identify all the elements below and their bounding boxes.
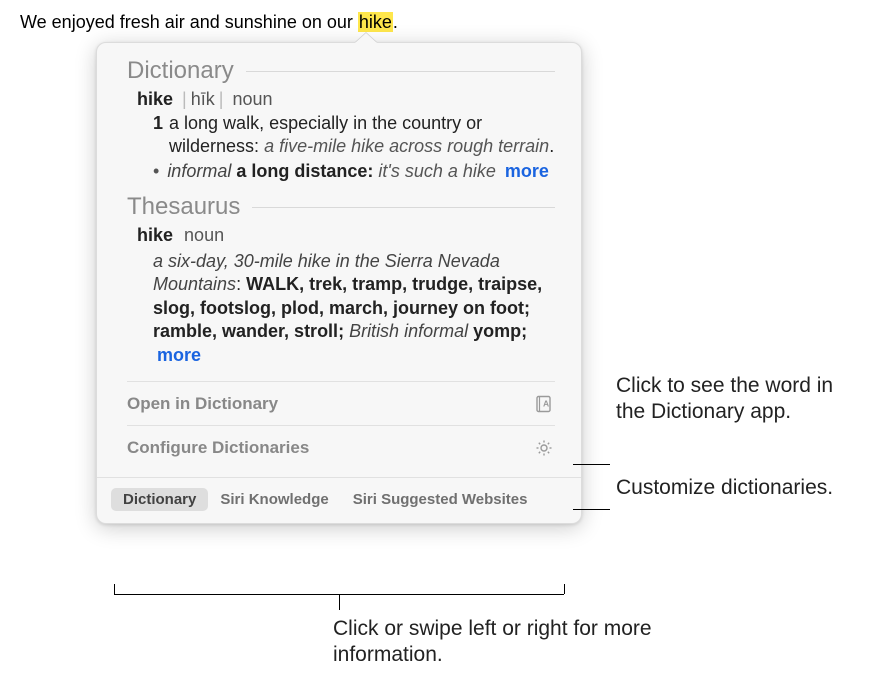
lookup-tab-bar: Dictionary Siri Knowledge Siri Suggested… [97,477,581,523]
dictionary-pronunciation: hīk [191,89,215,109]
svg-text:A: A [543,398,549,408]
sub-definition-example: it's such a hike [378,161,496,181]
highlighted-word: hike [358,12,393,32]
configure-dictionaries-row[interactable]: Configure Dictionaries [127,425,555,469]
definition-example: a five-mile hike across rough terrain [264,136,549,156]
dictionary-more-link[interactable]: more [505,161,549,181]
callout-line [564,584,565,594]
thesaurus-section-title: Thesaurus [127,193,555,221]
thesaurus-lead-word: WALK [246,274,299,294]
lookup-popup: Dictionary hike |hīk| noun 1 a long walk… [96,42,582,524]
dictionary-word: hike [137,89,173,109]
callout-tabs: Click or swipe left or right for more in… [333,616,663,669]
sense-number: 1 [153,112,163,158]
context-after: . [393,12,398,32]
open-in-dictionary-row[interactable]: Open in Dictionary A [127,381,555,425]
thesaurus-regional-word: yomp; [468,321,527,341]
tab-siri-knowledge[interactable]: Siri Knowledge [208,488,340,511]
thesaurus-entry-head: hike noun [137,225,555,246]
informal-tag: informal [167,161,231,181]
callout-open-dictionary: Click to see the word in the Dictionary … [616,373,846,426]
context-sentence: We enjoyed fresh air and sunshine on our… [20,12,398,33]
sub-definition-text: a long distance: [236,161,378,181]
divider [252,207,555,208]
dictionary-title-text: Dictionary [127,57,234,85]
callout-line [573,464,610,465]
callout-line [339,594,340,610]
context-before: We enjoyed fresh air and sunshine on our [20,12,358,32]
dictionary-pos: noun [232,89,272,109]
callout-line [573,509,610,510]
dictionary-entry-head: hike |hīk| noun [137,89,555,110]
callout-line [114,584,115,594]
dictionary-section-title: Dictionary [127,57,555,85]
thesaurus-regional-tag: British informal [349,321,468,341]
menu-list: Open in Dictionary A Configure Dictionar… [127,381,555,469]
tab-dictionary[interactable]: Dictionary [111,488,208,511]
dictionary-definition-block: 1 a long walk, especially in the country… [153,112,555,183]
bullet-icon: • [153,160,159,183]
thesaurus-pos: noun [184,225,224,245]
tab-siri-websites[interactable]: Siri Suggested Websites [341,488,540,511]
callout-configure: Customize dictionaries. [616,475,836,501]
dictionary-app-icon: A [535,395,553,413]
open-in-dictionary-label: Open in Dictionary [127,394,278,414]
sub-definition-body: informal a long distance: it's such a hi… [167,160,555,183]
gear-icon [535,439,553,457]
configure-dictionaries-label: Configure Dictionaries [127,438,309,458]
definition-body: a long walk, especially in the country o… [169,112,555,158]
thesaurus-title-text: Thesaurus [127,193,240,221]
thesaurus-word: hike [137,225,173,245]
thesaurus-more-link[interactable]: more [157,345,201,365]
divider [246,71,555,72]
thesaurus-block: a six-day, 30-mile hike in the Sierra Ne… [153,250,555,367]
